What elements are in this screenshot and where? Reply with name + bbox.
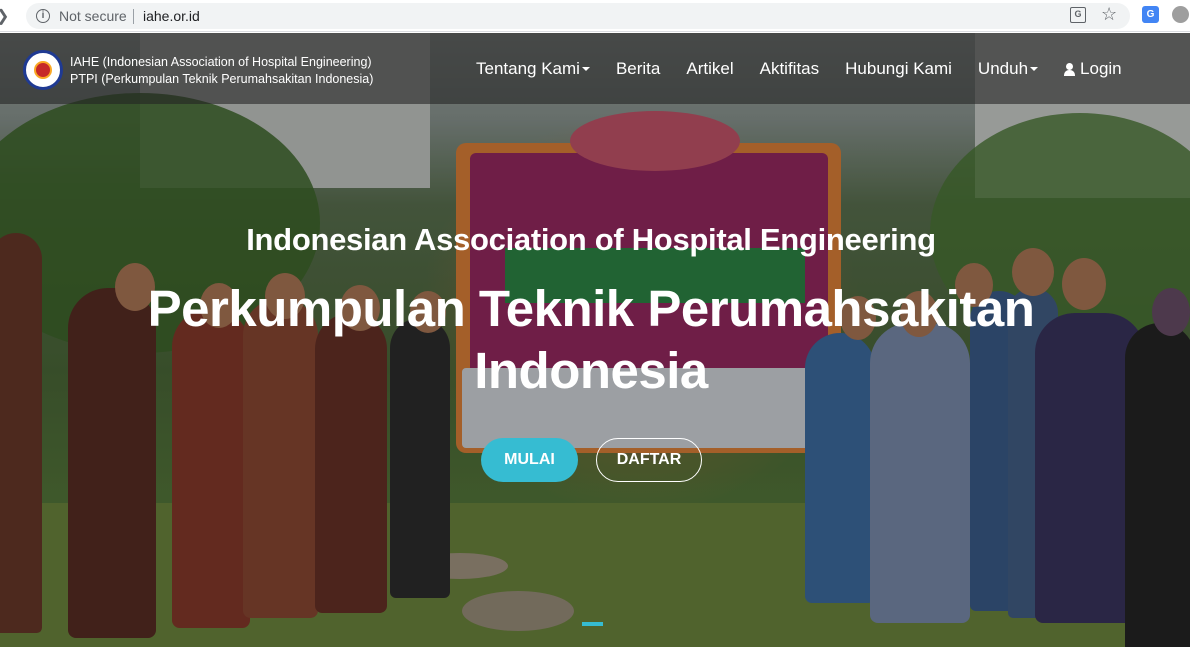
login-label: Login <box>1080 59 1122 78</box>
logo-emblem <box>34 61 52 79</box>
back-arrow-icon[interactable]: ❯ <box>0 6 9 26</box>
omnibox-divider <box>133 9 134 24</box>
main-navbar: IAHE (Indonesian Association of Hospital… <box>0 33 1190 104</box>
star-icon[interactable]: ☆ <box>1101 4 1117 25</box>
carousel-indicator[interactable] <box>582 622 603 626</box>
user-icon <box>1064 62 1076 76</box>
address-bar[interactable]: i Not secure iahe.or.id G ☆ <box>26 3 1130 29</box>
extension-icon[interactable] <box>1172 6 1189 23</box>
mulai-button[interactable]: MULAI <box>481 438 578 482</box>
hero-subtitle: Indonesian Association of Hospital Engin… <box>246 222 936 257</box>
info-icon[interactable]: i <box>36 9 50 23</box>
nav-item-label: Aktifitas <box>759 59 820 78</box>
browser-toolbar: ❯ i Not secure iahe.or.id G ☆ G <box>0 0 1190 32</box>
nav-item-aktifitas[interactable]: Aktifitas <box>760 59 820 79</box>
nav-item-label: Artikel <box>686 59 734 78</box>
hero-title: Perkumpulan Teknik Perumahsakitan Indone… <box>147 280 1035 399</box>
brand-name-line1[interactable]: IAHE (Indonesian Association of Hospital… <box>70 55 372 69</box>
nav-item-tentang-kami[interactable]: Tentang Kami <box>476 59 590 79</box>
nav-item-hubungi-kami[interactable]: Hubungi Kami <box>845 59 952 79</box>
nav-menu: Tentang Kami Berita Artikel Aktifitas Hu… <box>476 59 1122 79</box>
nav-item-label: Berita <box>615 59 661 78</box>
nav-item-artikel[interactable]: Artikel <box>686 59 733 79</box>
brand-name-line2[interactable]: PTPI (Perkumpulan Teknik Perumahsakitan … <box>70 72 373 86</box>
url-text[interactable]: iahe.or.id <box>143 8 200 24</box>
nav-item-login[interactable]: Login <box>1064 59 1122 79</box>
nav-item-label: Unduh <box>977 59 1029 78</box>
logo-icon[interactable] <box>23 50 63 90</box>
nav-item-berita[interactable]: Berita <box>616 59 660 79</box>
nav-item-label: Tentang Kami <box>476 59 580 78</box>
nav-item-unduh[interactable]: Unduh <box>977 59 1039 79</box>
caret-down-icon <box>1030 67 1039 71</box>
nav-item-label: Hubungi Kami <box>845 59 952 78</box>
translate-icon[interactable]: G <box>1070 7 1086 23</box>
google-translate-extension-icon[interactable]: G <box>1142 6 1159 23</box>
caret-down-icon <box>581 67 590 71</box>
daftar-button[interactable]: DAFTAR <box>596 438 702 482</box>
security-label: Not secure <box>59 8 127 24</box>
